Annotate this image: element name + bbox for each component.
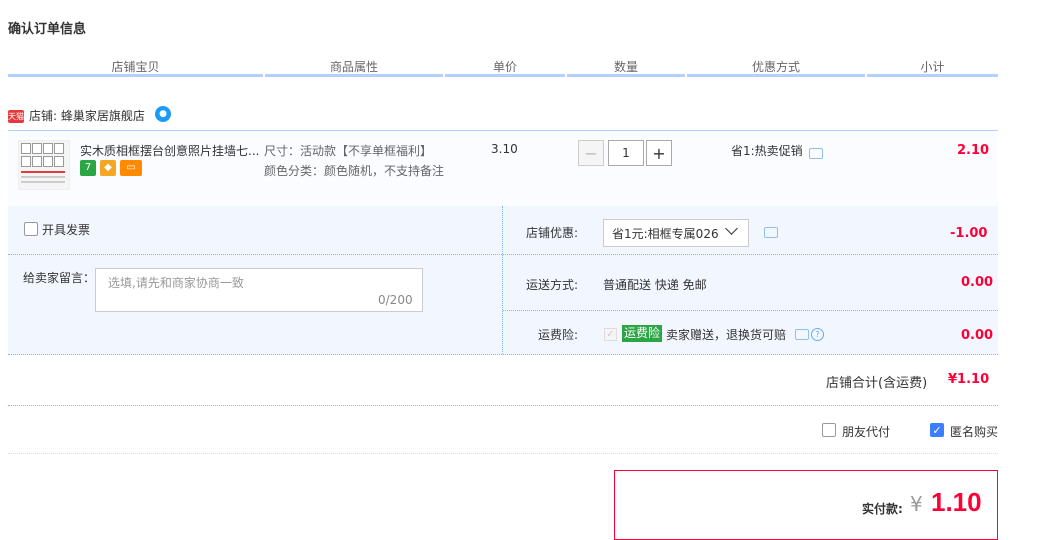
insurance-checkbox: ✓ [604, 328, 617, 341]
shop-name[interactable]: 店铺: 蜂巢家居旗舰店 [29, 107, 145, 124]
quantity-decrease-button[interactable]: − [578, 140, 604, 166]
tmall-badge-icon: 天猫 [8, 110, 24, 123]
shop-discount-amount: -1.00 [950, 226, 988, 241]
item-discount: 省1:热卖促销 [731, 144, 803, 158]
payment-amount: 1.10 [931, 487, 982, 517]
column-header-unit-price: 单价 [492, 60, 517, 74]
product-thumbnail[interactable] [18, 140, 70, 190]
shipping-amount: 0.00 [961, 275, 994, 290]
page-title: 确认订单信息 [8, 22, 87, 37]
divider [503, 310, 998, 311]
product-title-link[interactable]: 实木质相框摆台创意照片挂墙七... [80, 142, 259, 159]
payment-label: 实付款: [862, 502, 903, 516]
invoice-label[interactable]: 开具发票 [42, 221, 90, 238]
insurance-tag: 运费险 [622, 325, 663, 342]
column-bar [867, 74, 998, 77]
help-icon[interactable]: ? [811, 328, 824, 341]
shop-total-value: ¥1.10 [948, 372, 990, 387]
column-header-quantity: 数量 [613, 60, 638, 74]
guarantee-icon: ◆ [100, 160, 116, 176]
shipping-label: 运送方式: [525, 278, 578, 292]
shop-discount-label: 店铺优惠: [525, 226, 578, 240]
invoice-checkbox[interactable] [24, 222, 38, 236]
shop-discount-select[interactable]: 省1元:相框专属026 [603, 219, 749, 247]
quantity-input[interactable]: 1 [608, 140, 644, 166]
column-header-subtotal: 小计 [920, 60, 945, 74]
insurance-label: 运费险: [537, 328, 578, 342]
insurance-amount: 0.00 [961, 328, 994, 343]
divider [8, 405, 998, 406]
insurance-info-icon[interactable] [795, 329, 809, 340]
item-subtotal: 2.10 [957, 143, 990, 158]
seller-message-label: 给卖家留言： [23, 271, 96, 285]
friend-pay-checkbox[interactable] [822, 423, 836, 437]
unit-price: 3.10 [491, 142, 518, 156]
sku-color: 颜色分类：颜色随机，不支持备注 [264, 164, 445, 178]
anonymous-label[interactable]: 匿名购买 [950, 423, 998, 440]
discount-info-icon[interactable] [809, 148, 823, 159]
anonymous-checkbox[interactable]: ✓ [930, 423, 944, 437]
divider [503, 254, 998, 255]
shipping-method: 普通配送 快递 免邮 [603, 278, 707, 292]
chat-seller-icon[interactable]: ● [155, 106, 171, 122]
seller-message-placeholder: 选填,请先和商家协商一致 [108, 276, 244, 290]
divider [8, 453, 998, 454]
quantity-increase-button[interactable]: + [646, 140, 672, 166]
seven-day-return-icon: 7 [80, 160, 96, 176]
column-bar [687, 74, 865, 77]
divider [8, 254, 502, 255]
friend-pay-label[interactable]: 朋友代付 [842, 423, 890, 440]
column-header-attributes: 商品属性 [329, 60, 378, 74]
message-char-count: 0/200 [378, 293, 413, 307]
discount-info-icon[interactable] [764, 227, 778, 238]
column-header-discount: 优惠方式 [751, 60, 800, 74]
sku-size: 尺寸：活动款【不享单框福利】 [264, 144, 433, 158]
credit-card-icon: ▭ [120, 160, 142, 176]
column-bar [265, 74, 443, 77]
currency-symbol: ¥ [910, 492, 923, 516]
column-header-shop-item: 店铺宝贝 [111, 60, 160, 74]
column-bar [445, 74, 565, 77]
shop-total-label: 店铺合计(含运费) [826, 376, 928, 391]
insurance-text: 卖家赠送，退换货可赔 [666, 328, 787, 342]
column-bar [8, 74, 263, 77]
column-bar [567, 74, 685, 77]
